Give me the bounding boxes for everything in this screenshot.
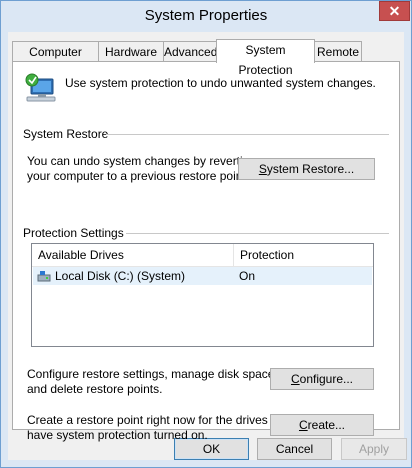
create-description-line1: Create a restore point right now for the… bbox=[27, 413, 292, 427]
create-description: Create a restore point right now for the… bbox=[27, 413, 291, 443]
system-properties-window: System Properties ✕ Computer Name Hardwa… bbox=[0, 0, 412, 468]
create-button-label: reate... bbox=[307, 418, 346, 432]
system-protection-panel: Use system protection to undo unwanted s… bbox=[12, 61, 400, 442]
tab-hardware[interactable]: Hardware bbox=[98, 41, 164, 62]
window-title: System Properties bbox=[144, 7, 268, 24]
protection-settings-heading: Protection Settings bbox=[23, 226, 124, 240]
dialog-client-area: Computer Name Hardware Advanced System P… bbox=[8, 32, 407, 460]
system-restore-description-line1: You can undo system changes by reverting bbox=[27, 154, 257, 168]
drive-name: Local Disk (C:) (System) bbox=[55, 269, 186, 283]
protection-settings-divider bbox=[126, 233, 389, 234]
apply-button: Apply bbox=[341, 438, 407, 460]
system-protection-icon bbox=[23, 73, 57, 103]
close-button[interactable]: ✕ bbox=[379, 1, 410, 21]
system-restore-heading: System Restore bbox=[23, 127, 109, 141]
drive-icon bbox=[37, 270, 51, 282]
title-bar[interactable]: System Properties ✕ bbox=[1, 1, 411, 32]
configure-description-line1: Configure restore settings, manage disk … bbox=[27, 367, 278, 381]
create-description-line2: have system protection turned on. bbox=[27, 428, 208, 442]
configure-button-label: onfigure... bbox=[299, 372, 354, 386]
create-button[interactable]: Create... bbox=[270, 414, 374, 436]
intro-text: Use system protection to undo unwanted s… bbox=[65, 76, 376, 90]
drives-list-header: Available Drives Protection bbox=[32, 244, 373, 267]
close-icon: ✕ bbox=[388, 3, 401, 19]
system-restore-description: You can undo system changes by reverting… bbox=[27, 154, 256, 184]
tab-remote[interactable]: Remote bbox=[314, 41, 362, 62]
configure-description-line2: and delete restore points. bbox=[27, 382, 163, 396]
configure-accel: C bbox=[290, 372, 300, 386]
drives-list[interactable]: Available Drives Protection Local Disk (… bbox=[31, 243, 374, 347]
configure-button[interactable]: Configure... bbox=[270, 368, 374, 390]
tab-system-protection[interactable]: System Protection bbox=[216, 39, 315, 77]
configure-description: Configure restore settings, manage disk … bbox=[27, 367, 278, 397]
system-restore-divider bbox=[106, 134, 389, 135]
system-restore-button[interactable]: System Restore... bbox=[238, 158, 375, 180]
column-header-protection[interactable]: Protection bbox=[234, 244, 294, 266]
system-restore-button-label: ystem Restore... bbox=[266, 162, 355, 176]
column-header-available-drives[interactable]: Available Drives bbox=[32, 244, 124, 266]
drive-row[interactable]: Local Disk (C:) (System) On bbox=[33, 267, 372, 285]
tab-advanced[interactable]: Advanced bbox=[163, 41, 218, 62]
system-restore-accel: S bbox=[258, 162, 267, 176]
drive-protection-status: On bbox=[239, 269, 256, 283]
create-accel: C bbox=[298, 418, 308, 432]
system-restore-description-line2: your computer to a previous restore poin… bbox=[27, 169, 250, 183]
tab-computer-name[interactable]: Computer Name bbox=[12, 41, 99, 79]
